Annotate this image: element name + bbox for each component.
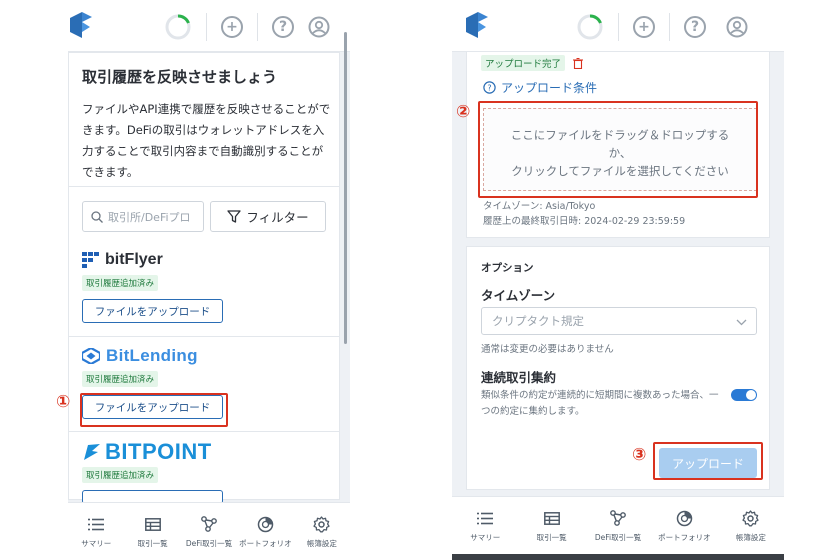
app-logo[interactable] — [466, 12, 488, 38]
trash-icon[interactable] — [573, 57, 584, 69]
progress-ring-icon[interactable] — [576, 13, 604, 41]
exchange-search-input[interactable]: 取引所/DeFiプロ — [82, 201, 204, 232]
search-icon — [91, 210, 103, 223]
upload-file-button[interactable]: ファイルをアップロード — [82, 299, 223, 323]
bitlending-mark-icon — [82, 348, 100, 364]
add-icon[interactable]: + — [633, 16, 655, 38]
nav-portfolio[interactable]: ポートフォリオ — [651, 497, 717, 554]
timezone-info: タイムゾーン: Asia/Tokyo — [483, 201, 596, 212]
step-marker-2: ② — [456, 102, 471, 122]
svg-text:?: ? — [487, 84, 491, 93]
bitpoint-logo: BITPOINT — [82, 439, 223, 464]
status-badge: 取引履歴追加済み — [82, 467, 159, 483]
nav-ledger-settings[interactable]: 帳簿設定 — [294, 503, 350, 560]
search-placeholder: 取引所/DeFiプロ — [108, 210, 191, 224]
card-title: 取引履歴を反映させましょう — [82, 68, 278, 86]
highlight-box-1 — [80, 393, 228, 427]
aggregate-description: 類似条件の約定が連続的に短期間に複数あった場合、一つの約定に集約します。 — [481, 390, 719, 417]
network-icon — [610, 510, 626, 526]
filter-label: フィルター — [246, 210, 309, 225]
account-icon[interactable] — [726, 16, 748, 38]
account-icon[interactable] — [308, 16, 330, 38]
list-icon — [88, 518, 105, 530]
nav-defi-transactions[interactable]: DeFi取引一覧 — [181, 503, 237, 560]
aggregate-toggle[interactable] — [731, 389, 757, 401]
nav-ledger-settings[interactable]: 帳簿設定 — [718, 497, 784, 554]
toggle-knob — [746, 390, 756, 400]
status-badge: 取引履歴追加済み — [82, 275, 159, 291]
exchange-item-bitpoint: BITPOINT 取引履歴追加済み — [82, 439, 223, 504]
network-icon — [201, 516, 217, 532]
chevron-down-icon — [736, 319, 747, 326]
step-marker-1: ① — [56, 392, 71, 412]
timezone-select[interactable]: クリプタクト規定 — [481, 307, 757, 335]
gear-icon — [742, 509, 759, 526]
divider — [69, 336, 339, 337]
nav-portfolio[interactable]: ポートフォリオ — [237, 503, 293, 560]
table-icon — [543, 511, 560, 525]
exchange-name: bitFlyer — [105, 251, 163, 268]
status-badge: 取引履歴追加済み — [82, 371, 159, 387]
filter-button[interactable]: フィルター — [210, 201, 326, 232]
top-bar: + ? — [68, 0, 350, 52]
progress-ring-icon[interactable] — [164, 13, 192, 41]
home-indicator-bar — [452, 554, 784, 560]
last-trade-info: 履歴上の最終取引日時: 2024-02-29 23:59:59 — [483, 216, 686, 227]
toolbar-separator — [206, 13, 207, 41]
help-icon[interactable]: ? — [272, 16, 294, 38]
bottom-nav: サマリー 取引一覧 DeFi取引一覧 ポートフォリオ 帳簿設定 — [68, 502, 350, 560]
nav-summary[interactable]: サマリー — [68, 503, 124, 560]
bitflyer-logo: bitFlyer — [82, 249, 223, 271]
card-description: ファイルやAPI連携で履歴を反映させることができます。DeFiの取引はウォレット… — [82, 102, 331, 179]
trade-history-card: 取引履歴を反映させましょう ファイルやAPI連携で履歴を反映させることができます… — [68, 52, 340, 504]
divider — [69, 186, 339, 187]
upload-conditions-link[interactable]: ? アップロード条件 — [483, 79, 597, 96]
toolbar-separator — [257, 13, 258, 41]
highlight-box-2 — [478, 101, 758, 198]
gear-icon — [313, 515, 330, 532]
exchange-item-bitflyer: bitFlyer 取引履歴追加済み ファイルをアップロード — [82, 249, 223, 323]
app-logo[interactable] — [70, 12, 92, 38]
exchange-name: BITPOINT — [105, 439, 212, 464]
toolbar-separator — [618, 13, 619, 41]
nav-summary[interactable]: サマリー — [452, 497, 518, 554]
bottom-nav: サマリー 取引一覧 DeFi取引一覧 ポートフォリオ 帳簿設定 — [452, 496, 784, 554]
aggregate-label: 連続取引集約 — [481, 370, 557, 385]
highlight-box-3 — [653, 442, 763, 480]
left-phone-screen: + ? 取引履歴を反映させましょう ファイルやAPI連携で履歴を反映させることが… — [68, 0, 350, 560]
bitflyer-mark-icon — [82, 252, 99, 268]
step-marker-3: ③ — [632, 445, 647, 465]
help-icon[interactable]: ? — [684, 16, 706, 38]
nav-transactions[interactable]: 取引一覧 — [518, 497, 584, 554]
list-icon — [477, 512, 494, 524]
nav-transactions[interactable]: 取引一覧 — [124, 503, 180, 560]
pie-chart-icon — [676, 510, 693, 526]
upload-complete-badge: アップロード完了 — [481, 55, 566, 71]
timezone-label: タイムゾーン — [481, 288, 556, 303]
bitpoint-mark-icon — [84, 444, 100, 460]
divider — [69, 431, 339, 432]
bitlending-logo: BitLending — [82, 345, 223, 367]
pie-chart-icon — [257, 516, 274, 532]
table-icon — [144, 517, 161, 531]
add-icon[interactable]: + — [221, 16, 243, 38]
filter-icon — [227, 210, 242, 223]
toolbar-separator — [669, 13, 670, 41]
timezone-note: 通常は変更の必要はありません — [481, 344, 614, 355]
help-circle-icon: ? — [483, 81, 496, 94]
top-bar: + ? — [452, 0, 784, 52]
scrollbar[interactable] — [344, 32, 347, 344]
nav-defi-transactions[interactable]: DeFi取引一覧 — [585, 497, 651, 554]
exchange-name: BitLending — [106, 346, 198, 365]
options-title: オプション — [481, 262, 534, 274]
